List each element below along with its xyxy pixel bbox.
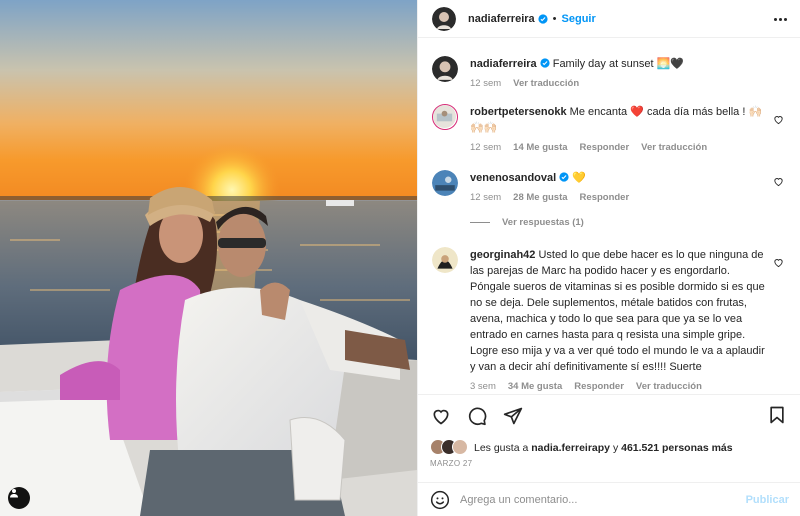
emoji-icon[interactable] bbox=[430, 490, 450, 510]
verified-icon bbox=[559, 171, 569, 182]
save-icon[interactable] bbox=[767, 405, 789, 427]
instagram-post-modal: nadiaferreira • Seguir nadiaferreira Fam… bbox=[0, 0, 800, 516]
comment-username[interactable]: venenosandoval bbox=[470, 172, 556, 184]
caption-translate-link[interactable]: Ver traducción bbox=[513, 78, 579, 89]
reply-button[interactable]: Responder bbox=[580, 192, 630, 203]
tag-people-icon[interactable] bbox=[8, 487, 30, 509]
translate-link[interactable]: Ver traducción bbox=[641, 142, 707, 153]
comment-likes[interactable]: 28 Me gusta bbox=[513, 192, 567, 203]
share-icon[interactable] bbox=[502, 405, 524, 427]
comments-list[interactable]: nadiaferreira Family day at sunset 🌅🖤 12… bbox=[418, 39, 800, 394]
liked-by-user[interactable]: nadia.ferreirapy bbox=[531, 442, 610, 454]
caption-text: Family day at sunset 🌅🖤 bbox=[552, 58, 685, 70]
post-actions: Les gusta a nadia.ferreirapy y 461.521 p… bbox=[418, 394, 800, 482]
comment-text: 💛 bbox=[572, 172, 586, 184]
view-replies-label: Ver respuestas (1) bbox=[502, 217, 584, 228]
likes-middle: y bbox=[612, 442, 619, 454]
caption-username[interactable]: nadiaferreira bbox=[470, 58, 537, 70]
verified-icon bbox=[538, 13, 548, 24]
reply-button[interactable]: Responder bbox=[580, 142, 630, 153]
comment-likes[interactable]: 14 Me gusta bbox=[513, 142, 567, 153]
post-side-panel: nadiaferreira • Seguir nadiaferreira Fam… bbox=[417, 0, 800, 516]
comment-username[interactable]: georginah42 bbox=[470, 249, 535, 261]
commenter-avatar[interactable] bbox=[432, 170, 458, 196]
heart-icon[interactable] bbox=[773, 257, 784, 268]
commenter-avatar[interactable] bbox=[432, 247, 458, 273]
heart-icon[interactable] bbox=[773, 114, 784, 125]
verified-icon bbox=[540, 57, 550, 68]
commenter-avatar[interactable] bbox=[432, 104, 458, 130]
header-separator: • bbox=[552, 12, 557, 25]
comment-input[interactable] bbox=[460, 493, 746, 506]
translate-link[interactable]: Ver traducción bbox=[636, 381, 702, 392]
author-username[interactable]: nadiaferreira bbox=[468, 13, 535, 25]
comment-time[interactable]: 12 sem bbox=[470, 142, 501, 153]
more-options-icon[interactable] bbox=[771, 10, 789, 28]
likes-summary: Les gusta a nadia.ferreirapy y 461.521 p… bbox=[430, 439, 733, 457]
heart-icon[interactable] bbox=[430, 405, 452, 427]
follow-button[interactable]: Seguir bbox=[562, 13, 596, 25]
comment-username[interactable]: robertpetersenokk bbox=[470, 106, 567, 118]
comment-likes[interactable]: 34 Me gusta bbox=[508, 381, 562, 392]
caption-avatar[interactable] bbox=[432, 56, 458, 82]
likes-count[interactable]: 461.521 personas más bbox=[621, 442, 733, 454]
reply-button[interactable]: Responder bbox=[574, 381, 624, 392]
likes-prefix: Les gusta a bbox=[474, 442, 529, 454]
caption-time[interactable]: 12 sem bbox=[470, 78, 501, 89]
comment-time[interactable]: 12 sem bbox=[470, 192, 501, 203]
author-avatar[interactable] bbox=[432, 6, 456, 31]
comment-icon[interactable] bbox=[466, 405, 488, 427]
replies-divider bbox=[470, 222, 490, 223]
post-date[interactable]: MARZO 27 bbox=[430, 459, 472, 468]
sunset-boat-photo bbox=[0, 0, 417, 516]
post-photo bbox=[0, 0, 417, 516]
liker-avatars[interactable] bbox=[430, 439, 470, 457]
publish-button[interactable]: Publicar bbox=[746, 494, 789, 506]
post-header: nadiaferreira • Seguir bbox=[418, 0, 800, 38]
comment-text: Usted lo que debe hacer es lo que ningun… bbox=[470, 249, 765, 373]
add-comment-bar: Publicar bbox=[418, 482, 800, 516]
heart-icon[interactable] bbox=[773, 176, 784, 187]
comment-time[interactable]: 3 sem bbox=[470, 381, 496, 392]
view-replies-button[interactable]: Ver respuestas (1) bbox=[470, 217, 584, 228]
